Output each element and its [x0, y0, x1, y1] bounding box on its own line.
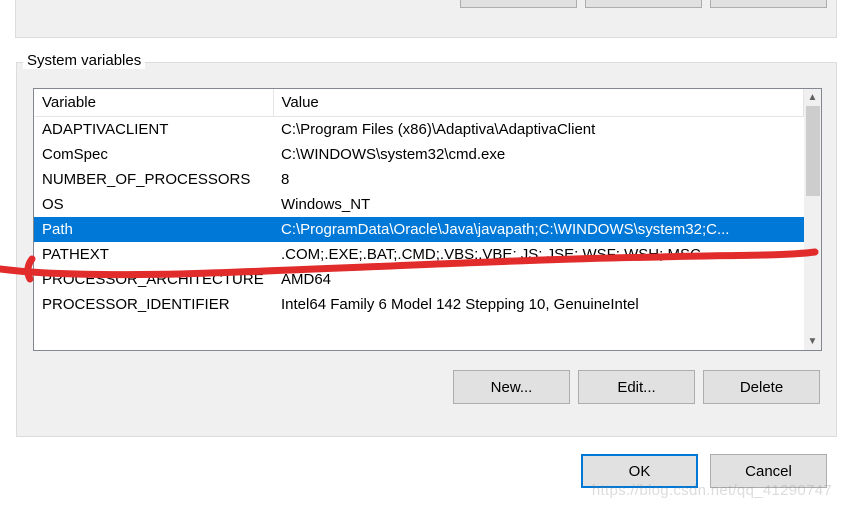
variable-name: NUMBER_OF_PROCESSORS — [34, 167, 273, 192]
delete-button[interactable]: Delete — [703, 370, 820, 404]
scrollbar[interactable]: ▲ ▼ — [804, 89, 821, 350]
variable-value: AMD64 — [273, 267, 804, 292]
new-button[interactable]: New... — [453, 370, 570, 404]
cropped-button[interactable] — [460, 0, 577, 8]
variable-value: 8 — [273, 167, 804, 192]
scroll-thumb[interactable] — [806, 106, 820, 196]
scroll-up-icon[interactable]: ▲ — [804, 89, 821, 106]
variable-name: Path — [34, 217, 273, 242]
group-title: System variables — [23, 52, 145, 69]
variable-name: PROCESSOR_IDENTIFIER — [34, 292, 273, 317]
variable-value: C:\WINDOWS\system32\cmd.exe — [273, 142, 804, 167]
table-row[interactable]: NUMBER_OF_PROCESSORS8 — [34, 167, 804, 192]
upper-button-row — [460, 0, 827, 8]
cropped-button[interactable] — [710, 0, 827, 8]
table-row[interactable]: PATHEXT.COM;.EXE;.BAT;.CMD;.VBS;.VBE;.JS… — [34, 242, 804, 267]
table-row[interactable]: PROCESSOR_IDENTIFIERIntel64 Family 6 Mod… — [34, 292, 804, 317]
edit-button[interactable]: Edit... — [578, 370, 695, 404]
table-row[interactable]: OSWindows_NT — [34, 192, 804, 217]
variable-name: PROCESSOR_ARCHITECTURE — [34, 267, 273, 292]
variable-value: C:\ProgramData\Oracle\Java\javapath;C:\W… — [273, 217, 804, 242]
table-row[interactable]: PROCESSOR_ARCHITECTUREAMD64 — [34, 267, 804, 292]
table-row[interactable]: ADAPTIVACLIENTC:\Program Files (x86)\Ada… — [34, 117, 804, 143]
variables-table: Variable Value ADAPTIVACLIENTC:\Program … — [33, 88, 822, 351]
table-row[interactable]: ComSpecC:\WINDOWS\system32\cmd.exe — [34, 142, 804, 167]
cropped-button[interactable] — [585, 0, 702, 8]
scroll-down-icon[interactable]: ▼ — [804, 333, 821, 350]
variable-name: ADAPTIVACLIENT — [34, 117, 273, 143]
variable-name: PATHEXT — [34, 242, 273, 267]
system-variables-group: System variables Variable Value ADAPTIVA… — [16, 62, 837, 437]
table-row[interactable]: PathC:\ProgramData\Oracle\Java\javapath;… — [34, 217, 804, 242]
variable-name: ComSpec — [34, 142, 273, 167]
column-header-value[interactable]: Value — [273, 89, 804, 117]
variable-value: C:\Program Files (x86)\Adaptiva\Adaptiva… — [273, 117, 804, 143]
variable-name: OS — [34, 192, 273, 217]
variable-value: Intel64 Family 6 Model 142 Stepping 10, … — [273, 292, 804, 317]
system-var-actions: New... Edit... Delete — [453, 370, 820, 404]
variable-value: .COM;.EXE;.BAT;.CMD;.VBS;.VBE;.JS;.JSE;.… — [273, 242, 804, 267]
column-header-variable[interactable]: Variable — [34, 89, 273, 117]
variable-value: Windows_NT — [273, 192, 804, 217]
watermark: https://blog.csdn.net/qq_41290747 — [592, 482, 832, 499]
